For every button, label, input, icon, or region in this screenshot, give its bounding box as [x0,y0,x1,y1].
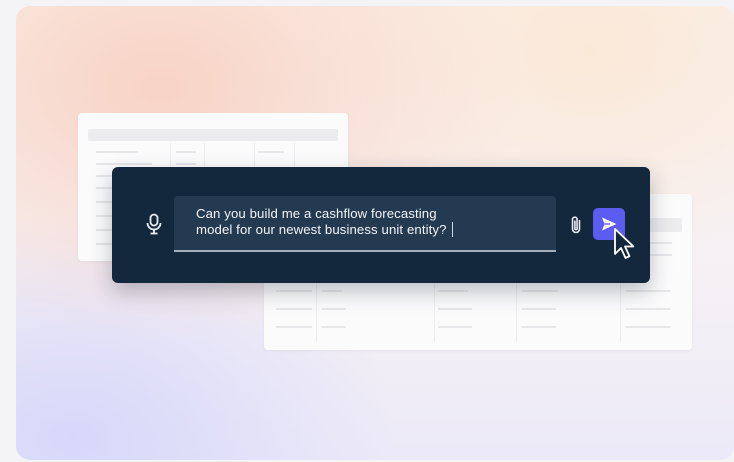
microphone-icon[interactable] [142,212,166,236]
hero-card: Can you build me a cashflow forecasting … [16,6,734,460]
prompt-input[interactable]: Can you build me a cashflow forecasting … [174,196,556,252]
paperclip-icon[interactable] [568,215,584,235]
prompt-text-line-2-value: model for our newest business unit entit… [196,222,447,237]
chat-prompt-bar: Can you build me a cashflow forecasting … [112,167,650,283]
prompt-text-line-1: Can you build me a cashflow forecasting [196,206,437,221]
mouse-pointer-icon [612,227,638,266]
prompt-text: Can you build me a cashflow forecasting … [196,206,536,238]
text-caret [451,222,453,237]
prompt-text-line-2: model for our newest business unit entit… [196,222,536,238]
